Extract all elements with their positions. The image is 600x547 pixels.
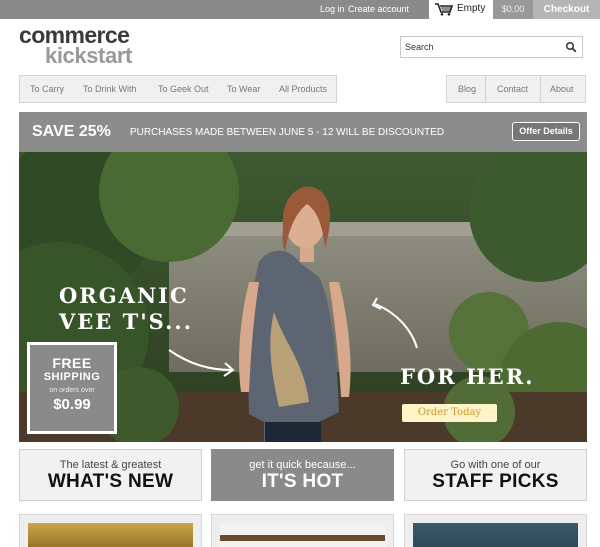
shipping-amount: $0.99 — [53, 396, 91, 413]
search-icon[interactable] — [565, 41, 577, 53]
nav-item-to-drink-with[interactable]: To Drink With — [83, 84, 137, 94]
tile-staff-picks[interactable]: Go with one of our STAFF PICKS — [404, 449, 587, 501]
product-thumbnail[interactable] — [211, 514, 394, 547]
product-image — [28, 523, 193, 547]
promo-headline: SAVE 25% — [32, 123, 111, 140]
search-box — [400, 36, 583, 58]
tile-its-hot[interactable]: get it quick because... IT'S HOT — [211, 449, 394, 501]
cart-status: Empty — [457, 3, 486, 14]
nav-item-to-wear[interactable]: To Wear — [227, 84, 260, 94]
cart-total: $0.00 — [493, 0, 533, 19]
account-bar: Log in Create account Empty $0.00 Checko… — [0, 0, 600, 19]
nav-item-all-products[interactable]: All Products — [279, 84, 327, 94]
shipping-line-free: FREE — [52, 355, 92, 371]
hero-subtitle: FOR HER. — [400, 364, 535, 389]
nav-item-about[interactable]: About — [550, 84, 574, 94]
nav-divider — [485, 76, 486, 102]
tile-heading: IT'S HOT — [261, 471, 344, 492]
secondary-nav: Blog Contact About — [446, 75, 586, 103]
free-shipping-badge: FREE SHIPPING on orders over $0.99 — [27, 342, 117, 434]
site-logo[interactable]: commerce kickstart — [19, 24, 132, 68]
nav-item-contact[interactable]: Contact — [497, 84, 528, 94]
tile-heading: WHAT'S NEW — [47, 471, 174, 492]
product-thumbnail[interactable] — [19, 514, 202, 547]
login-link[interactable]: Log in — [320, 4, 345, 14]
tile-heading: STAFF PICKS — [432, 471, 559, 492]
shipping-line-condition: on orders over — [49, 387, 95, 394]
search-input[interactable] — [405, 39, 555, 55]
hero-title: ORGANIC VEE T'S... — [59, 283, 194, 334]
offer-details-button[interactable]: Offer Details — [512, 122, 580, 141]
order-today-button[interactable]: Order Today — [402, 404, 497, 422]
tile-small-text: The latest & greatest — [59, 459, 162, 471]
nav-item-blog[interactable]: Blog — [458, 84, 476, 94]
cart-summary[interactable]: Empty — [429, 0, 493, 19]
promo-banner: SAVE 25% PURCHASES MADE BETWEEN JUNE 5 -… — [19, 112, 587, 152]
tile-small-text: get it quick because... — [249, 459, 356, 471]
product-thumbnail[interactable] — [404, 514, 587, 547]
main-nav: To Carry To Drink With To Geek Out To We… — [19, 75, 337, 103]
shopping-cart-icon — [435, 3, 454, 16]
promo-text: PURCHASES MADE BETWEEN JUNE 5 - 12 WILL … — [130, 127, 445, 138]
nav-divider — [540, 76, 541, 102]
logo-text-kickstart: kickstart — [45, 43, 132, 68]
nav-item-to-carry[interactable]: To Carry — [30, 84, 64, 94]
product-image — [220, 523, 385, 547]
page: Log in Create account Empty $0.00 Checko… — [0, 0, 600, 547]
shipping-line-shipping: SHIPPING — [43, 371, 101, 383]
checkout-button[interactable]: Checkout — [533, 0, 600, 19]
hero-banner[interactable]: ORGANIC VEE T'S... FOR HER. Order Today … — [19, 152, 587, 442]
tile-whats-new[interactable]: The latest & greatest WHAT'S NEW — [19, 449, 202, 501]
create-account-link[interactable]: Create account — [348, 4, 409, 14]
tile-small-text: Go with one of our — [450, 459, 541, 471]
product-image — [413, 523, 578, 547]
nav-item-to-geek-out[interactable]: To Geek Out — [158, 84, 209, 94]
